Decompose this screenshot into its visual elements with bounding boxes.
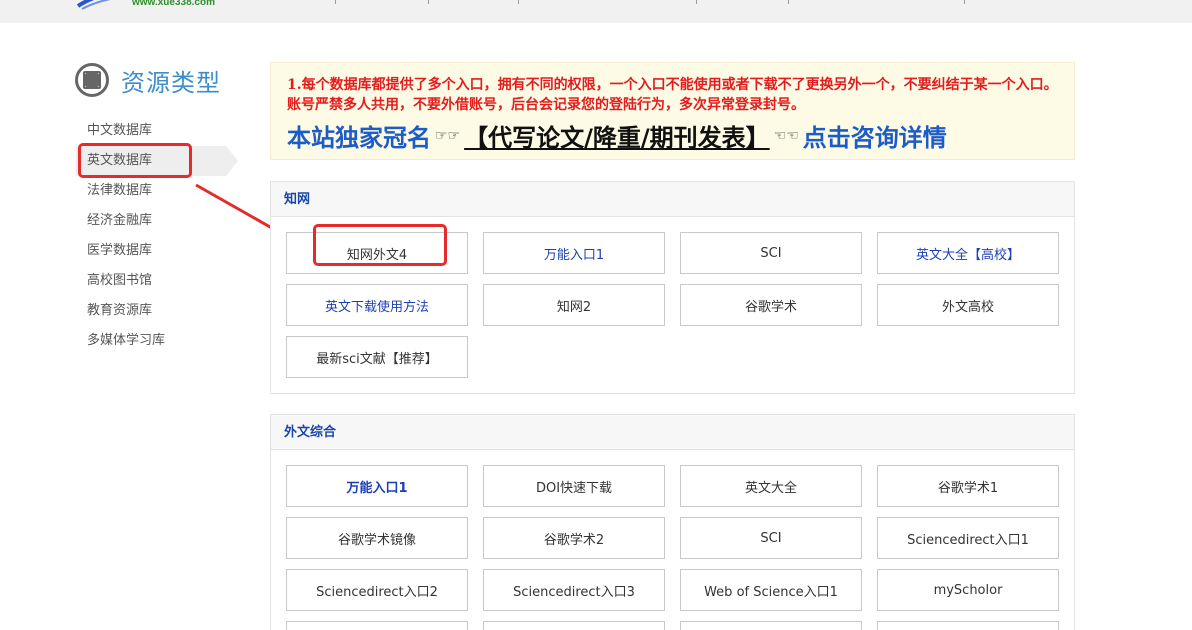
nav-divider: [518, 0, 519, 4]
db-button[interactable]: 英文下载使用方法: [286, 284, 468, 326]
db-button[interactable]: SCI: [680, 517, 862, 559]
site-logo-icon[interactable]: [76, 0, 132, 10]
notice-text: 1.每个数据库都提供了多个入口，拥有不同的权限，一个入口不能使用或者下载不了更换…: [287, 77, 1058, 113]
sidebar-title: 资源类型: [75, 62, 221, 98]
db-button[interactable]: 最新sci文献【推荐】: [286, 336, 468, 378]
site-url[interactable]: www.xue338.com: [132, 0, 215, 8]
panel-title: 知网: [271, 182, 1074, 217]
db-button[interactable]: DOI快速下载: [483, 465, 665, 507]
db-button[interactable]: myScholor: [877, 569, 1059, 611]
sidebar-item-university-library[interactable]: 高校图书馆: [76, 266, 246, 296]
annotation-highlight-box: [78, 143, 192, 178]
sidebar-item-chinese-db[interactable]: 中文数据库: [76, 116, 246, 146]
db-button-partial[interactable]: [680, 621, 862, 630]
pointing-left-icon: ☜☜: [773, 127, 799, 144]
sidebar-item-education-db[interactable]: 教育资源库: [76, 296, 246, 326]
annotation-highlight-box: [313, 224, 447, 266]
db-button[interactable]: SCI: [680, 232, 862, 274]
nav-divider: [964, 0, 965, 4]
db-button[interactable]: 知网2: [483, 284, 665, 326]
top-bar: www.xue338.com: [0, 0, 1192, 23]
db-button[interactable]: 谷歌学术镜像: [286, 517, 468, 559]
nav-divider: [788, 0, 789, 4]
nav-divider: [428, 0, 429, 4]
promo-left-text: 本站独家冠名: [287, 124, 431, 152]
panel-title: 外文综合: [271, 415, 1074, 450]
sidebar-item-multimedia-db[interactable]: 多媒体学习库: [76, 326, 246, 356]
nav-divider: [335, 0, 336, 4]
db-button[interactable]: 谷歌学术: [680, 284, 862, 326]
db-button[interactable]: 谷歌学术1: [877, 465, 1059, 507]
db-button-partial[interactable]: [483, 621, 665, 630]
db-button-partial[interactable]: [286, 621, 468, 630]
db-button[interactable]: Sciencedirect入口1: [877, 517, 1059, 559]
db-button[interactable]: 英文大全【高校】: [877, 232, 1059, 274]
db-button[interactable]: Sciencedirect入口2: [286, 569, 468, 611]
nav-divider: [696, 0, 697, 4]
promo-consult-link[interactable]: 点击咨询详情: [803, 118, 947, 153]
sidebar-title-text: 资源类型: [121, 68, 221, 97]
db-button[interactable]: 谷歌学术2: [483, 517, 665, 559]
db-button-partial[interactable]: [877, 621, 1059, 630]
pointing-right-icon: ☞☞: [435, 127, 461, 144]
db-button[interactable]: Sciencedirect入口3: [483, 569, 665, 611]
promo-line[interactable]: 本站独家冠名 ☞☞ 【代写论文/降重/期刊发表】 ☜☜ 点击咨询详情: [287, 118, 1058, 153]
resource-type-icon: [75, 63, 109, 97]
db-button[interactable]: 万能入口1: [286, 465, 468, 507]
db-button[interactable]: 外文高校: [877, 284, 1059, 326]
db-button[interactable]: 英文大全: [680, 465, 862, 507]
promo-service-link[interactable]: 【代写论文/降重/期刊发表】: [464, 118, 770, 153]
db-button[interactable]: 万能入口1: [483, 232, 665, 274]
notice-banner: 1.每个数据库都提供了多个入口，拥有不同的权限，一个入口不能使用或者下载不了更换…: [270, 62, 1075, 160]
db-button[interactable]: Web of Science入口1: [680, 569, 862, 611]
